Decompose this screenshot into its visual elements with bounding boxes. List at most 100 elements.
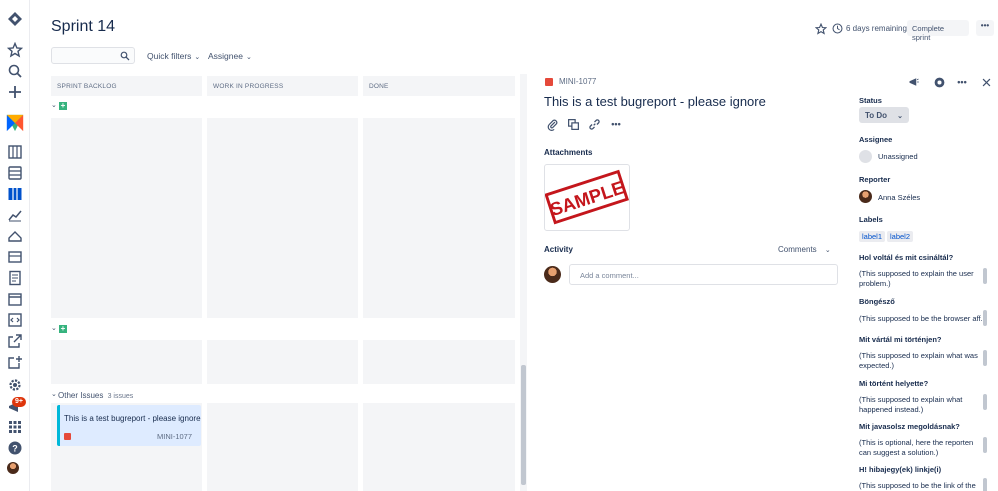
attach-icon[interactable]	[544, 116, 560, 132]
add-shortcut-icon[interactable]	[5, 352, 25, 372]
field-scrollbar[interactable]	[983, 350, 987, 366]
swimlane-cell	[207, 118, 358, 318]
project-icon[interactable]	[4, 112, 26, 134]
other-issues-label: Other Issues	[58, 391, 104, 400]
star-board-icon[interactable]	[813, 21, 829, 37]
search-icon	[120, 51, 130, 61]
more-tools-icon[interactable]: •••	[608, 116, 624, 132]
field-help[interactable]: (This is optional, here the reporten can…	[859, 438, 981, 458]
field-label: Mit javasolsz megoldásnak?	[859, 422, 960, 431]
jira-logo-icon[interactable]	[5, 9, 25, 29]
column-header-done: DONE	[363, 76, 515, 96]
swimlane-chevron-icon[interactable]: ⌄	[51, 390, 57, 398]
more-actions-icon[interactable]: •••	[954, 74, 970, 90]
field-label: H! hibajegy(ek) linkje(i)	[859, 465, 942, 474]
svg-text:?: ?	[12, 444, 18, 454]
releases-icon[interactable]	[5, 226, 25, 246]
issue-key-link[interactable]: MINI-1077	[559, 77, 596, 86]
assignee-label: Assignee	[859, 135, 893, 144]
issue-title[interactable]: This is a test bugreport - please ignore	[544, 94, 766, 109]
feedback-icon[interactable]	[906, 74, 922, 90]
watch-icon[interactable]	[931, 74, 947, 90]
labels-label: Labels	[859, 215, 883, 224]
create-icon[interactable]	[5, 82, 25, 102]
notification-badge: 9+	[12, 397, 26, 407]
field-label: Hol voltál és mit csináltál?	[859, 253, 954, 262]
settings-icon[interactable]	[5, 375, 25, 395]
comments-dropdown-label: Comments	[778, 245, 817, 254]
field-help[interactable]: (This supposed to be the link of the	[859, 481, 983, 491]
field-scrollbar[interactable]	[983, 310, 987, 326]
issue-card[interactable]: This is a test bugreport - please ignore…	[57, 405, 201, 446]
status-label: Status	[859, 96, 882, 105]
quick-filters-dropdown[interactable]: Quick filters ⌄	[147, 51, 200, 61]
field-scrollbar[interactable]	[983, 478, 987, 491]
apps-icon[interactable]	[5, 417, 25, 437]
board-search-input[interactable]	[51, 47, 135, 64]
field-scrollbar[interactable]	[983, 394, 987, 410]
field-help[interactable]: (This supposed to explain what happened …	[859, 395, 981, 415]
search-icon[interactable]	[5, 61, 25, 81]
add-issue-icon[interactable]: +	[59, 325, 67, 333]
swimlane-cell	[207, 340, 358, 384]
field-scrollbar[interactable]	[983, 437, 987, 453]
star-icon[interactable]	[5, 40, 25, 60]
field-help[interactable]: (This supposed to be the browser aff...	[859, 314, 987, 324]
link-icon[interactable]	[586, 116, 602, 132]
comment-input[interactable]: Add a comment...	[569, 264, 838, 285]
comments-dropdown[interactable]: Comments ⌄	[778, 245, 831, 254]
swimlane-chevron-icon[interactable]: ⌄	[51, 101, 57, 109]
assignee-filter-label: Assignee	[208, 51, 243, 61]
board-icon[interactable]	[5, 184, 25, 204]
swimlane-cell	[51, 340, 202, 384]
subtask-icon[interactable]	[565, 116, 581, 132]
activity-heading: Activity	[544, 245, 573, 254]
chevron-down-icon: ⌄	[897, 113, 903, 120]
calendar-icon[interactable]	[5, 289, 25, 309]
chevron-down-icon: ⌄	[194, 54, 201, 61]
field-help[interactable]: (This supposed to explain the user probl…	[859, 269, 981, 289]
swimlane-cell	[363, 340, 515, 384]
swimlane-chevron-icon[interactable]: ⌄	[51, 324, 57, 332]
close-icon[interactable]	[978, 74, 994, 90]
chevron-down-icon: ⌄	[245, 54, 252, 61]
page-title: Sprint 14	[51, 18, 116, 35]
reporter-value[interactable]: Anna Széles	[878, 193, 920, 202]
board-scrollbar-thumb[interactable]	[521, 365, 526, 485]
label-tag[interactable]: label1	[859, 231, 886, 242]
label-tag[interactable]: label2	[887, 231, 914, 242]
shortcut-icon[interactable]	[5, 331, 25, 351]
assignee-value[interactable]: Unassigned	[878, 152, 918, 161]
backlog-icon[interactable]	[5, 142, 25, 162]
components-icon[interactable]	[5, 247, 25, 267]
assignee-filter-dropdown[interactable]: Assignee ⌄	[208, 51, 252, 61]
code-icon[interactable]	[5, 310, 25, 330]
attachments-heading: Attachments	[544, 148, 593, 157]
board-more-button[interactable]: •••	[976, 20, 994, 36]
attachment-thumbnail[interactable]: SAMPLE	[544, 164, 630, 231]
other-issues-count: 3 issues	[107, 393, 134, 400]
pages-icon[interactable]	[5, 268, 25, 288]
other-issues-swimlane[interactable]: Other Issues 3 issues	[58, 391, 133, 400]
status-dropdown[interactable]: To Do ⌄	[859, 107, 909, 123]
bug-icon	[64, 433, 71, 440]
reporter-avatar	[859, 190, 872, 203]
backlog-list-icon[interactable]	[5, 163, 25, 183]
add-issue-icon[interactable]: +	[59, 102, 67, 110]
column-header-work-in-progress: WORK IN PROGRESS	[207, 76, 358, 96]
swimlane-cell	[51, 118, 202, 318]
reporter-label: Reporter	[859, 175, 891, 184]
bug-icon	[545, 78, 553, 86]
user-avatar	[544, 266, 561, 283]
field-scrollbar[interactable]	[983, 268, 987, 284]
swimlane-cell	[363, 118, 515, 318]
field-help[interactable]: (This supposed to explain what was expec…	[859, 351, 981, 371]
column-header-sprint-backlog: SPRINT BACKLOG	[51, 76, 202, 96]
help-icon[interactable]: ?	[5, 438, 25, 458]
profile-avatar[interactable]	[7, 462, 19, 474]
swimlane-cell	[363, 403, 515, 491]
reports-icon[interactable]	[5, 205, 25, 225]
field-label: Böngésző	[859, 297, 895, 306]
complete-sprint-button[interactable]: Complete sprint	[907, 20, 969, 42]
quick-filters-label: Quick filters	[147, 51, 192, 61]
